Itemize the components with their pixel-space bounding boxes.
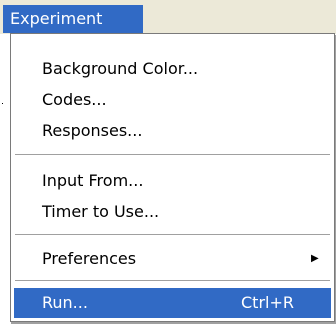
menu-item-label: Codes...	[42, 90, 107, 109]
experiment-dropdown-menu: Background Color... Codes... Responses..…	[10, 33, 335, 322]
menu-item-timer-to-use[interactable]: Timer to Use...	[14, 197, 331, 227]
menu-item-label: Preferences	[42, 249, 137, 268]
menu-separator	[15, 234, 330, 236]
menu-item-label: Background Color...	[42, 59, 199, 78]
menu-item-label: Input From...	[42, 171, 144, 190]
menu-item-label: Timer to Use...	[42, 202, 160, 221]
menu-separator	[15, 154, 330, 156]
submenu-arrow-icon: ▶	[311, 253, 319, 264]
menu-item-responses[interactable]: Responses...	[14, 116, 331, 146]
menu-experiment[interactable]: Experiment	[3, 5, 143, 33]
menu-item-label: Run...	[42, 293, 88, 312]
menu-item-run[interactable]: Run... Ctrl+R	[14, 288, 331, 318]
menu-item-codes[interactable]: Codes...	[14, 85, 331, 115]
menu-item-label: Responses...	[42, 121, 143, 140]
menu-item-input-from[interactable]: Input From...	[14, 166, 331, 196]
menu-item-background-color[interactable]: Background Color...	[14, 54, 331, 84]
menu-item-shortcut: Ctrl+R	[241, 293, 294, 312]
menu-separator	[15, 280, 330, 282]
menu-item-preferences[interactable]: Preferences ▶	[14, 244, 331, 274]
menubar: Experiment	[0, 0, 336, 34]
stray-pixel	[2, 103, 3, 104]
